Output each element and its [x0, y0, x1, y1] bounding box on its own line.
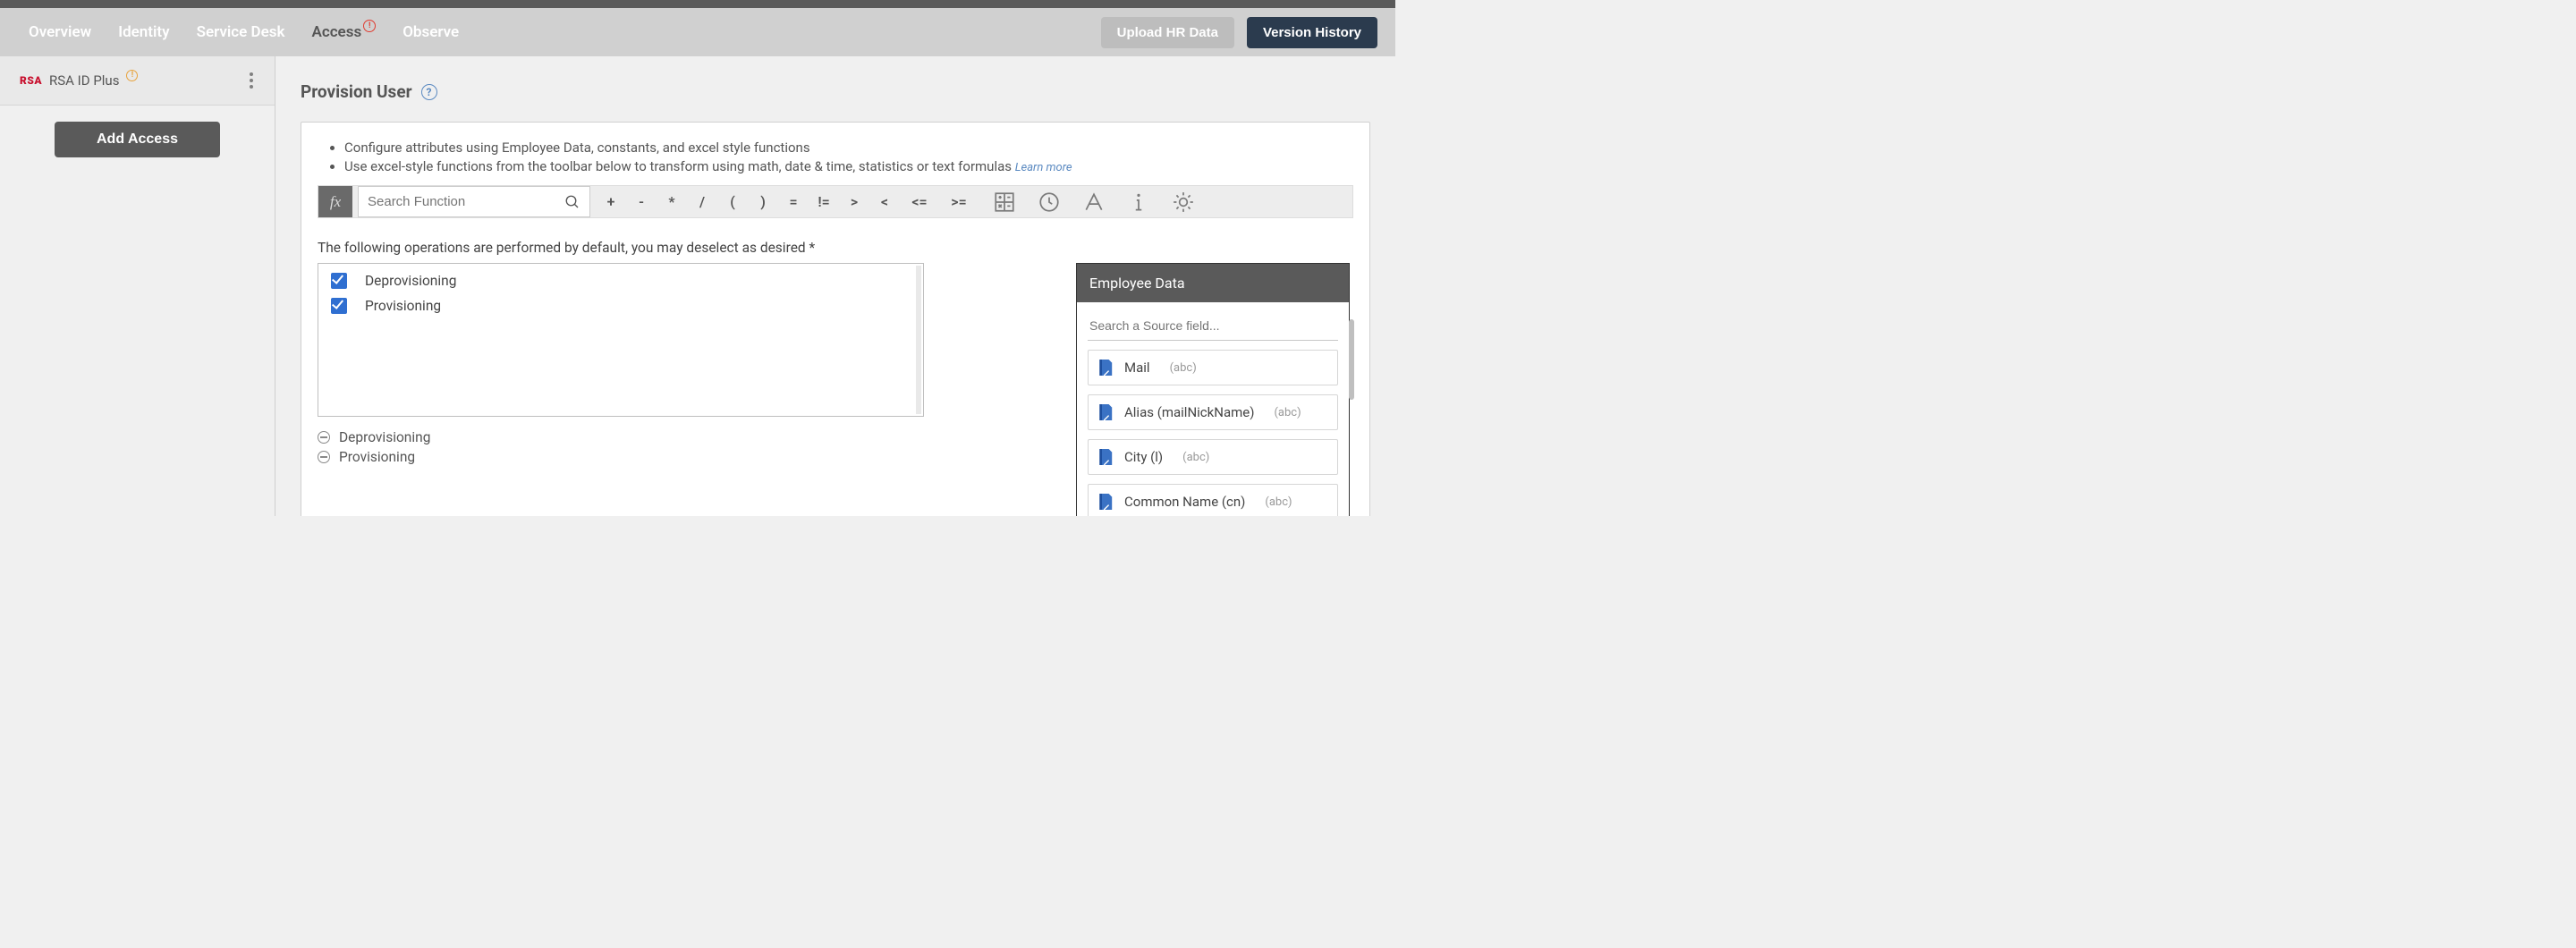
operations-listbox: Deprovisioning Provisioning	[318, 263, 924, 417]
warning-icon: !	[126, 70, 138, 81]
database-icon	[1097, 358, 1114, 377]
op-neq[interactable]: !=	[809, 193, 839, 210]
search-function-box	[358, 186, 590, 217]
op-eq[interactable]: =	[778, 193, 809, 210]
employee-data-title: Employee Data	[1077, 264, 1349, 302]
op-paren-open[interactable]: (	[717, 193, 748, 210]
rsa-logo: RSA	[20, 74, 42, 87]
remove-icon[interactable]	[318, 431, 330, 444]
employee-data-search-input[interactable]	[1088, 313, 1338, 340]
main-panel: Provision User ? Configure attributes us…	[275, 56, 1395, 516]
op-lte[interactable]: <=	[900, 193, 939, 210]
field-common-name[interactable]: Common Name (cn) (abc)	[1088, 484, 1338, 516]
field-city[interactable]: City (l) (abc)	[1088, 439, 1338, 475]
sidebar-app-name: RSA ID Plus	[49, 72, 119, 89]
employee-data-scrollbar[interactable]	[1349, 319, 1354, 400]
operations-summary: Deprovisioning Provisioning	[318, 429, 924, 465]
field-type: (abc)	[1274, 406, 1301, 419]
search-function-input[interactable]	[368, 187, 564, 216]
add-access-label: Add Access	[97, 131, 178, 147]
function-categories	[979, 186, 1209, 217]
database-icon	[1097, 402, 1114, 422]
upload-hr-data-button[interactable]: Upload HR Data	[1101, 17, 1234, 48]
fx-icon[interactable]: fx	[318, 186, 352, 217]
tab-access[interactable]: Access !	[311, 8, 376, 56]
math-icon[interactable]	[993, 190, 1016, 214]
employee-data-search	[1088, 313, 1338, 341]
field-type: (abc)	[1170, 361, 1197, 375]
database-icon	[1097, 447, 1114, 467]
op-multiply[interactable]: *	[657, 193, 687, 210]
operation-item-provisioning[interactable]: Provisioning	[331, 298, 911, 314]
tab-access-label: Access	[311, 23, 361, 41]
misc-icon[interactable]	[1172, 190, 1195, 214]
field-mail[interactable]: Mail (abc)	[1088, 350, 1338, 385]
date-time-icon[interactable]	[1038, 190, 1061, 214]
operations-instruction: The following operations are performed b…	[318, 240, 1353, 256]
op-paren-close[interactable]: )	[748, 193, 778, 210]
field-label: Common Name (cn)	[1124, 494, 1245, 510]
alert-icon: !	[363, 20, 376, 32]
operation-label: Provisioning	[365, 298, 441, 314]
kebab-menu-icon[interactable]	[242, 72, 260, 89]
operations-scrollbar[interactable]	[916, 266, 921, 414]
summary-row-deprovisioning[interactable]: Deprovisioning	[318, 429, 924, 445]
instruction-bullet-2: Use excel-style functions from the toolb…	[344, 157, 1353, 176]
learn-more-link[interactable]: Learn more	[1015, 161, 1072, 174]
help-icon[interactable]: ?	[421, 84, 437, 100]
section-title: Provision User	[301, 81, 412, 102]
tab-overview-label: Overview	[29, 23, 91, 41]
tab-identity[interactable]: Identity	[118, 8, 169, 56]
version-history-label: Version History	[1263, 25, 1361, 40]
op-gt[interactable]: >	[839, 193, 869, 210]
version-history-button[interactable]: Version History	[1247, 17, 1377, 48]
summary-row-provisioning[interactable]: Provisioning	[318, 449, 924, 465]
operation-item-deprovisioning[interactable]: Deprovisioning	[331, 273, 911, 289]
nav-tab-bar: Overview Identity Service Desk Access ! …	[0, 8, 1395, 56]
summary-label: Provisioning	[339, 449, 415, 465]
upload-hr-label: Upload HR Data	[1117, 25, 1218, 40]
sidebar: RSA RSA ID Plus ! Add Access	[0, 56, 275, 516]
tab-observe-label: Observe	[402, 23, 459, 41]
operators-group: + - * / ( ) = != > < <= >=	[596, 186, 979, 217]
add-access-button[interactable]: Add Access	[55, 122, 220, 157]
tab-observe[interactable]: Observe	[402, 8, 459, 56]
op-minus[interactable]: -	[626, 193, 657, 210]
op-plus[interactable]: +	[596, 193, 626, 210]
operation-label: Deprovisioning	[365, 273, 456, 289]
checkbox-deprovisioning[interactable]	[331, 273, 347, 289]
tab-overview[interactable]: Overview	[29, 8, 91, 56]
tab-identity-label: Identity	[118, 23, 169, 41]
info-icon[interactable]	[1127, 190, 1150, 214]
employee-data-panel: Employee Data Mail (abc) Alias (mailNick…	[1076, 263, 1350, 516]
sidebar-app-row[interactable]: RSA RSA ID Plus !	[0, 56, 275, 106]
summary-label: Deprovisioning	[339, 429, 430, 445]
field-type: (abc)	[1265, 495, 1292, 509]
op-gte[interactable]: >=	[939, 193, 979, 210]
formula-toolbar: fx + - * / ( ) = != > < <= >=	[318, 185, 1353, 218]
remove-icon[interactable]	[318, 451, 330, 463]
tab-service-desk[interactable]: Service Desk	[197, 8, 285, 56]
field-type: (abc)	[1182, 451, 1209, 464]
checkbox-provisioning[interactable]	[331, 298, 347, 314]
field-label: Mail	[1124, 360, 1150, 376]
field-label: Alias (mailNickName)	[1124, 404, 1254, 420]
op-divide[interactable]: /	[687, 193, 717, 210]
op-lt[interactable]: <	[869, 193, 900, 210]
text-icon[interactable]	[1082, 190, 1106, 214]
database-icon	[1097, 492, 1114, 512]
instruction-bullet-1: Configure attributes using Employee Data…	[344, 139, 1353, 157]
provision-card: Configure attributes using Employee Data…	[301, 122, 1370, 516]
field-label: City (l)	[1124, 449, 1163, 465]
tab-service-desk-label: Service Desk	[197, 23, 285, 41]
window-topbar	[0, 0, 1395, 8]
search-icon[interactable]	[564, 194, 580, 210]
field-alias[interactable]: Alias (mailNickName) (abc)	[1088, 394, 1338, 430]
